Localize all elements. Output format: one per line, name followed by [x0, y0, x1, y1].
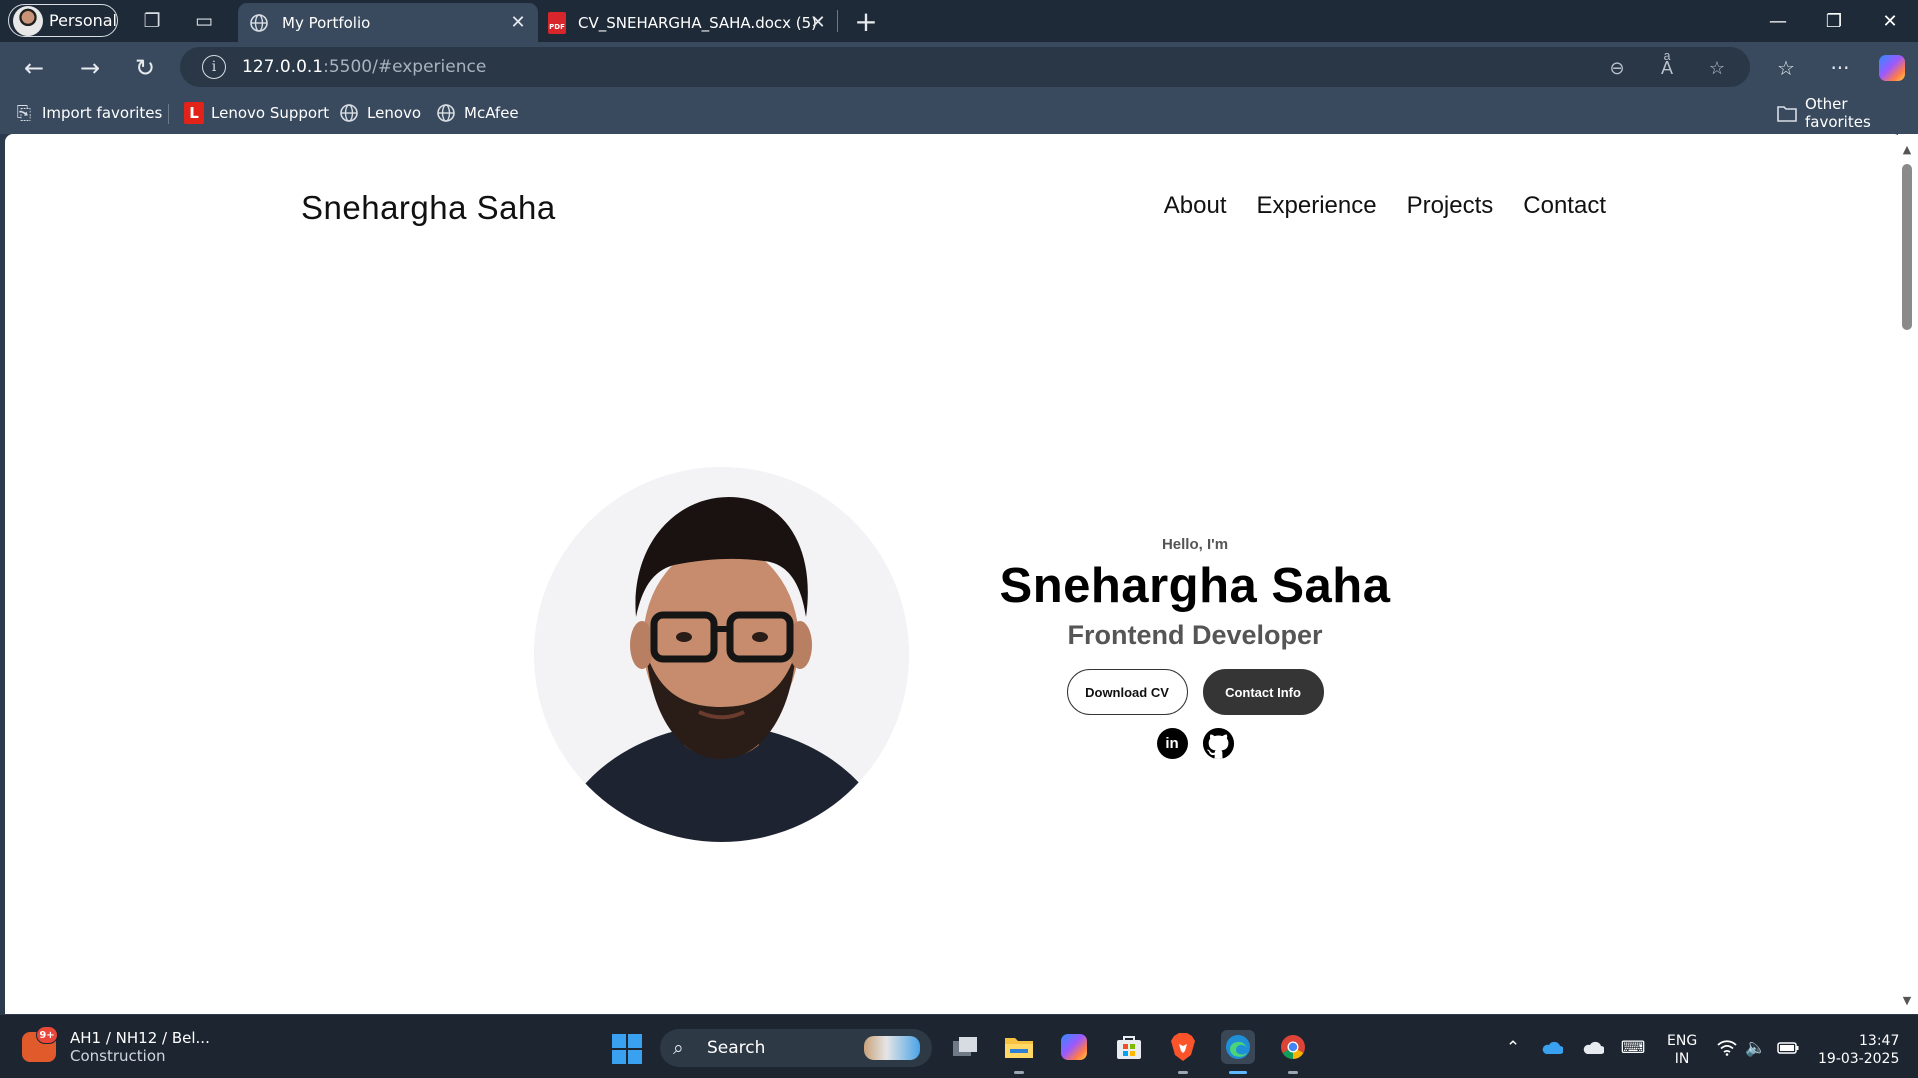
- linkedin-icon[interactable]: in: [1156, 728, 1188, 759]
- nav-experience[interactable]: Experience: [1257, 192, 1377, 220]
- scrollbar-thumb[interactable]: [1902, 164, 1912, 330]
- brave-icon[interactable]: [1166, 1030, 1200, 1074]
- close-icon[interactable]: ✕: [508, 12, 528, 33]
- globe-icon: [338, 102, 360, 124]
- task-view-icon[interactable]: [948, 1030, 982, 1064]
- close-icon[interactable]: ✕: [808, 12, 828, 33]
- favorite-import[interactable]: ⎘ Import favorites: [13, 101, 163, 125]
- store-icon[interactable]: [1112, 1030, 1146, 1064]
- contact-info-button[interactable]: Contact Info: [1202, 669, 1324, 715]
- profile-label: Personal: [48, 11, 117, 30]
- zoom-out-icon[interactable]: ⊖: [1604, 55, 1630, 81]
- import-icon: ⎘: [16, 102, 32, 124]
- show-hidden-icons[interactable]: ⌃: [1500, 1037, 1526, 1059]
- tab-cv-document[interactable]: PDF CV_SNEHARGHA_SAHA.docx (5) ✕: [538, 3, 838, 42]
- workspaces-icon[interactable]: ❐: [140, 9, 164, 33]
- favorite-lenovo-support[interactable]: L Lenovo Support: [184, 101, 329, 125]
- nav-about[interactable]: About: [1164, 192, 1227, 220]
- favorite-lenovo[interactable]: Lenovo: [338, 101, 421, 125]
- more-options-icon[interactable]: ···: [1824, 52, 1856, 84]
- wifi-icon[interactable]: [1714, 1037, 1740, 1059]
- read-aloud-icon[interactable]: Aͣ: [1654, 55, 1680, 81]
- notification-badge: 9+: [36, 1026, 58, 1044]
- address-bar[interactable]: i 127.0.0.1:5500/#experience ⊖ Aͣ ☆: [180, 47, 1750, 87]
- weather-title: AH1 / NH12 / Bel...: [70, 1029, 210, 1047]
- copilot-app-icon[interactable]: [1057, 1030, 1091, 1064]
- github-icon[interactable]: [1202, 728, 1234, 759]
- weather-widget[interactable]: 9+ AH1 / NH12 / Bel... Construction: [22, 1026, 210, 1065]
- page-viewport: Snehargha Saha About Experience Projects…: [5, 134, 1902, 1014]
- favorites-icon[interactable]: ☆: [1770, 52, 1802, 84]
- other-favorites[interactable]: Other favorites: [1776, 95, 1918, 131]
- site-info-icon[interactable]: i: [202, 55, 226, 79]
- start-button[interactable]: [612, 1034, 642, 1064]
- url-text[interactable]: 127.0.0.1:5500/#experience: [242, 57, 486, 77]
- site-logo[interactable]: Snehargha Saha: [301, 189, 556, 227]
- nav-projects[interactable]: Projects: [1407, 192, 1494, 220]
- hero-section: Hello, I'm Snehargha Saha Frontend Devel…: [935, 536, 1455, 759]
- pdf-icon: PDF: [548, 11, 566, 34]
- favorites-divider: [168, 104, 169, 124]
- copilot-icon[interactable]: [1876, 52, 1908, 84]
- favorite-mcafee[interactable]: McAfee: [435, 101, 519, 125]
- system-clock[interactable]: 13:47 19-03-2025: [1818, 1032, 1899, 1068]
- folder-icon: [1776, 102, 1798, 124]
- back-button[interactable]: ←: [18, 52, 50, 84]
- site-nav: About Experience Projects Contact: [1164, 192, 1606, 220]
- keyboard-icon[interactable]: ⌨: [1620, 1037, 1646, 1059]
- minimize-button[interactable]: —: [1758, 6, 1798, 36]
- search-icon: ⌕: [673, 1037, 684, 1059]
- restore-button[interactable]: ❐: [1814, 6, 1854, 36]
- tab-my-portfolio[interactable]: My Portfolio ✕: [238, 3, 538, 42]
- cloud-icon[interactable]: [1580, 1037, 1606, 1059]
- scroll-down-icon[interactable]: ▼: [1900, 993, 1914, 1007]
- taskbar-search[interactable]: ⌕ Search: [660, 1029, 932, 1067]
- hero-role: Frontend Developer: [1067, 620, 1323, 650]
- globe-icon: [248, 12, 270, 34]
- window-close-button[interactable]: ✕: [1870, 6, 1910, 36]
- edge-icon[interactable]: [1221, 1030, 1255, 1074]
- download-cv-button[interactable]: Download CV: [1066, 669, 1188, 715]
- tab-divider: [837, 10, 838, 32]
- scroll-up-icon[interactable]: ▲: [1900, 142, 1914, 156]
- tab-title: My Portfolio: [282, 13, 371, 32]
- hero-name: Snehargha Saha: [999, 559, 1391, 613]
- search-highlight-art: [864, 1036, 920, 1060]
- vertical-tabs-icon[interactable]: ▭: [192, 9, 216, 33]
- avatar: [13, 5, 43, 36]
- social-links: in: [935, 728, 1455, 759]
- tab-title: CV_SNEHARGHA_SAHA.docx (5): [578, 13, 818, 32]
- title-bar: Personal ❐ ▭ My Portfolio ✕ PDF CV_SNEHA…: [0, 0, 1918, 42]
- battery-icon[interactable]: [1775, 1037, 1801, 1059]
- hero-buttons: Download CV Contact Info: [935, 669, 1455, 715]
- chrome-icon[interactable]: [1276, 1030, 1310, 1074]
- volume-icon[interactable]: 🔈: [1743, 1037, 1769, 1059]
- profile-picture: [534, 467, 909, 842]
- profile-button[interactable]: Personal: [8, 4, 118, 37]
- traffic-icon: 9+: [22, 1026, 58, 1062]
- weather-subtitle: Construction: [70, 1047, 166, 1065]
- search-placeholder: Search: [707, 1038, 766, 1058]
- browser-toolbar: ← → ↻ i 127.0.0.1:5500/#experience ⊖ Aͣ …: [0, 42, 1918, 92]
- forward-button[interactable]: →: [74, 52, 106, 84]
- lenovo-icon: L: [184, 102, 204, 124]
- globe-icon: [435, 102, 457, 124]
- hero-greeting: Hello, I'm: [1161, 536, 1229, 553]
- favorites-bar: ⎘ Import favorites L Lenovo Support Leno…: [0, 92, 1918, 134]
- taskbar: 9+ AH1 / NH12 / Bel... Construction ⌕ Se…: [0, 1014, 1918, 1078]
- onedrive-icon[interactable]: [1539, 1037, 1565, 1059]
- language-indicator[interactable]: ENG IN: [1667, 1032, 1697, 1068]
- new-tab-button[interactable]: +: [851, 5, 881, 38]
- file-explorer-icon[interactable]: [1002, 1030, 1036, 1074]
- nav-contact[interactable]: Contact: [1523, 192, 1606, 220]
- refresh-button[interactable]: ↻: [129, 52, 161, 84]
- add-favorite-icon[interactable]: ☆: [1704, 55, 1730, 81]
